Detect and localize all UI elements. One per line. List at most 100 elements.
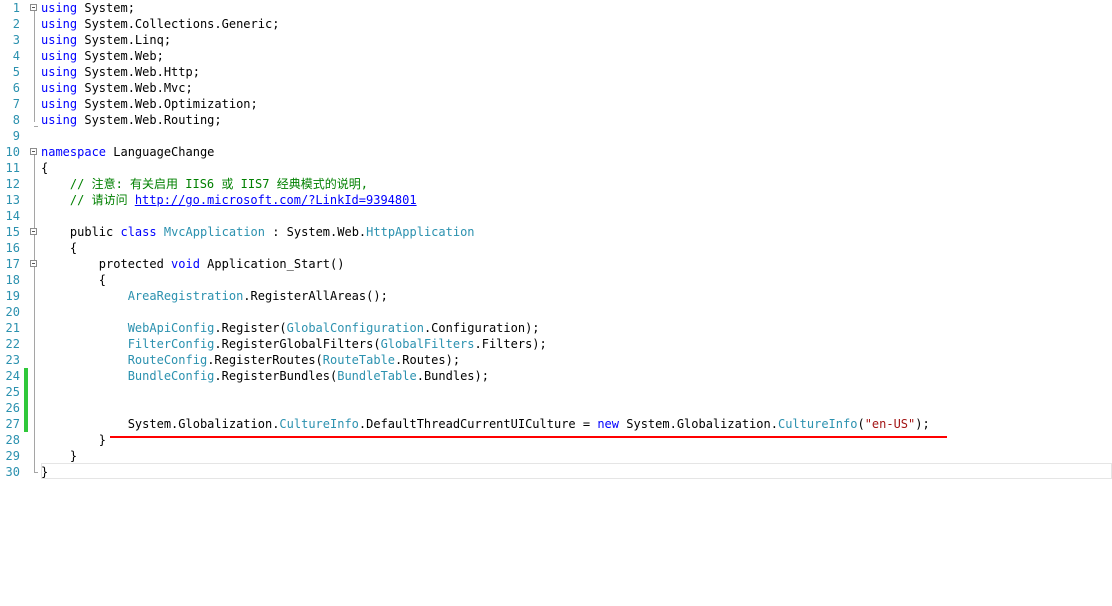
code-text: } xyxy=(41,432,106,448)
code-token: ( xyxy=(857,417,865,431)
code-line[interactable]: 23 RouteConfig.RegisterRoutes(RouteTable… xyxy=(0,352,1112,368)
keyword-token: using xyxy=(41,65,78,79)
code-text: using System.Web.Routing; xyxy=(41,112,222,128)
code-token: { xyxy=(41,241,78,255)
comment-token: // 注意: 有关启用 IIS6 或 IIS7 经典模式的说明, xyxy=(69,177,368,191)
code-line[interactable]: 1 using System; xyxy=(0,0,1112,16)
red-underline-annotation xyxy=(110,436,947,438)
code-token: } xyxy=(41,433,107,447)
line-number: 11 xyxy=(5,161,20,175)
line-number: 4 xyxy=(12,49,20,63)
code-text: namespace LanguageChange xyxy=(41,144,214,160)
line-number: 20 xyxy=(5,305,20,319)
code-line[interactable]: 29 } xyxy=(0,448,1112,464)
code-line[interactable]: 14 xyxy=(0,208,1112,224)
code-text: { xyxy=(41,240,77,256)
code-token: System.Globalization. xyxy=(41,417,280,431)
code-line[interactable]: 17 protected void Application_Start() xyxy=(0,256,1112,272)
line-number: 18 xyxy=(5,273,20,287)
string-token: "en-US" xyxy=(864,417,916,431)
line-number: 1 xyxy=(12,1,20,15)
outline-guide xyxy=(34,8,35,122)
code-token: : System.Web. xyxy=(265,225,367,239)
line-number: 13 xyxy=(5,193,20,207)
code-line[interactable]: 19 AreaRegistration.RegisterAllAreas(); xyxy=(0,288,1112,304)
code-line[interactable]: 15 public class MvcApplication : System.… xyxy=(0,224,1112,240)
code-line[interactable]: 7 using System.Web.Optimization; xyxy=(0,96,1112,112)
code-token: public xyxy=(41,225,121,239)
code-text: // 请访问 http://go.microsoft.com/?LinkId=9… xyxy=(41,192,417,208)
collapse-toggle-icon[interactable] xyxy=(30,260,37,267)
line-number: 15 xyxy=(5,225,20,239)
code-line[interactable]: 28 } xyxy=(0,432,1112,448)
line-number: 8 xyxy=(12,113,20,127)
code-token: ); xyxy=(915,417,930,431)
code-line[interactable]: 8 using System.Web.Routing; xyxy=(0,112,1112,128)
code-text: FilterConfig.RegisterGlobalFilters(Globa… xyxy=(41,336,547,352)
code-token: System.Web.Optimization; xyxy=(77,97,258,111)
keyword-token: using xyxy=(41,33,78,47)
code-text: WebApiConfig.Register(GlobalConfiguratio… xyxy=(41,320,540,336)
keyword-token: using xyxy=(41,113,78,127)
collapse-toggle-icon[interactable] xyxy=(30,4,37,11)
code-text: protected void Application_Start() xyxy=(41,256,345,272)
type-token: CultureInfo xyxy=(777,417,858,431)
code-line[interactable]: 11 { xyxy=(0,160,1112,176)
type-token: GlobalConfiguration xyxy=(286,321,424,335)
type-token: RouteConfig xyxy=(127,353,208,367)
code-line[interactable]: 12 // 注意: 有关启用 IIS6 或 IIS7 经典模式的说明, xyxy=(0,176,1112,192)
code-line[interactable]: 9 xyxy=(0,128,1112,144)
line-number: 2 xyxy=(12,17,20,31)
keyword-token: new xyxy=(597,417,620,431)
outline-end-tick xyxy=(34,472,38,473)
code-line[interactable]: 10 namespace LanguageChange xyxy=(0,144,1112,160)
type-token: CultureInfo xyxy=(279,417,359,431)
code-line[interactable]: 21 WebApiConfig.Register(GlobalConfigura… xyxy=(0,320,1112,336)
code-line[interactable]: 27 System.Globalization.CultureInfo.Defa… xyxy=(0,416,1112,432)
code-editor[interactable]: 1 using System; 2 using System.Collections.… xyxy=(0,0,1112,606)
code-token: LanguageChange xyxy=(106,145,215,159)
code-token: .Register( xyxy=(214,321,287,335)
keyword-token: using xyxy=(41,17,78,31)
code-token: { xyxy=(41,161,49,175)
code-token: System; xyxy=(77,1,135,15)
type-token: GlobalFilters xyxy=(380,337,475,351)
type-token: BundleTable xyxy=(337,369,417,383)
collapse-toggle-icon[interactable] xyxy=(30,228,37,235)
code-line[interactable]: 13 // 请访问 http://go.microsoft.com/?LinkI… xyxy=(0,192,1112,208)
collapse-toggle-icon[interactable] xyxy=(30,148,37,155)
line-number: 29 xyxy=(5,449,20,463)
comment-link[interactable]: http://go.microsoft.com/?LinkId=9394801 xyxy=(135,193,417,207)
code-line[interactable]: 18 { xyxy=(0,272,1112,288)
code-line[interactable]: 6 using System.Web.Mvc; xyxy=(0,80,1112,96)
change-marker xyxy=(24,368,28,384)
line-number: 17 xyxy=(5,257,20,271)
keyword-token: using xyxy=(41,81,78,95)
code-token: System.Linq; xyxy=(77,33,172,47)
line-number: 24 xyxy=(5,369,20,383)
code-line[interactable]: 24 BundleConfig.RegisterBundles(BundleTa… xyxy=(0,368,1112,384)
code-line[interactable]: 20 xyxy=(0,304,1112,320)
code-token: .Routes); xyxy=(395,353,461,367)
type-token: AreaRegistration xyxy=(127,289,244,303)
code-line[interactable]: 2 using System.Collections.Generic; xyxy=(0,16,1112,32)
current-line-highlight xyxy=(41,463,1112,479)
type-token: WebApiConfig xyxy=(127,321,215,335)
line-number: 6 xyxy=(12,81,20,95)
code-line[interactable]: 25 xyxy=(0,384,1112,400)
change-marker xyxy=(24,400,28,416)
code-line[interactable]: 3 using System.Linq; xyxy=(0,32,1112,48)
code-text: } xyxy=(41,448,77,464)
code-token: .DefaultThreadCurrentUICulture = xyxy=(358,417,598,431)
code-line[interactable]: 22 FilterConfig.RegisterGlobalFilters(Gl… xyxy=(0,336,1112,352)
type-token: MvcApplication xyxy=(163,225,265,239)
code-line[interactable]: 26 xyxy=(0,400,1112,416)
code-line[interactable]: 4 using System.Web; xyxy=(0,48,1112,64)
line-number: 30 xyxy=(5,465,20,479)
code-token: Application_Start() xyxy=(199,257,345,271)
code-line[interactable]: 16 { xyxy=(0,240,1112,256)
code-line[interactable]: 5 using System.Web.Http; xyxy=(0,64,1112,80)
code-token: .RegisterAllAreas(); xyxy=(243,289,388,303)
